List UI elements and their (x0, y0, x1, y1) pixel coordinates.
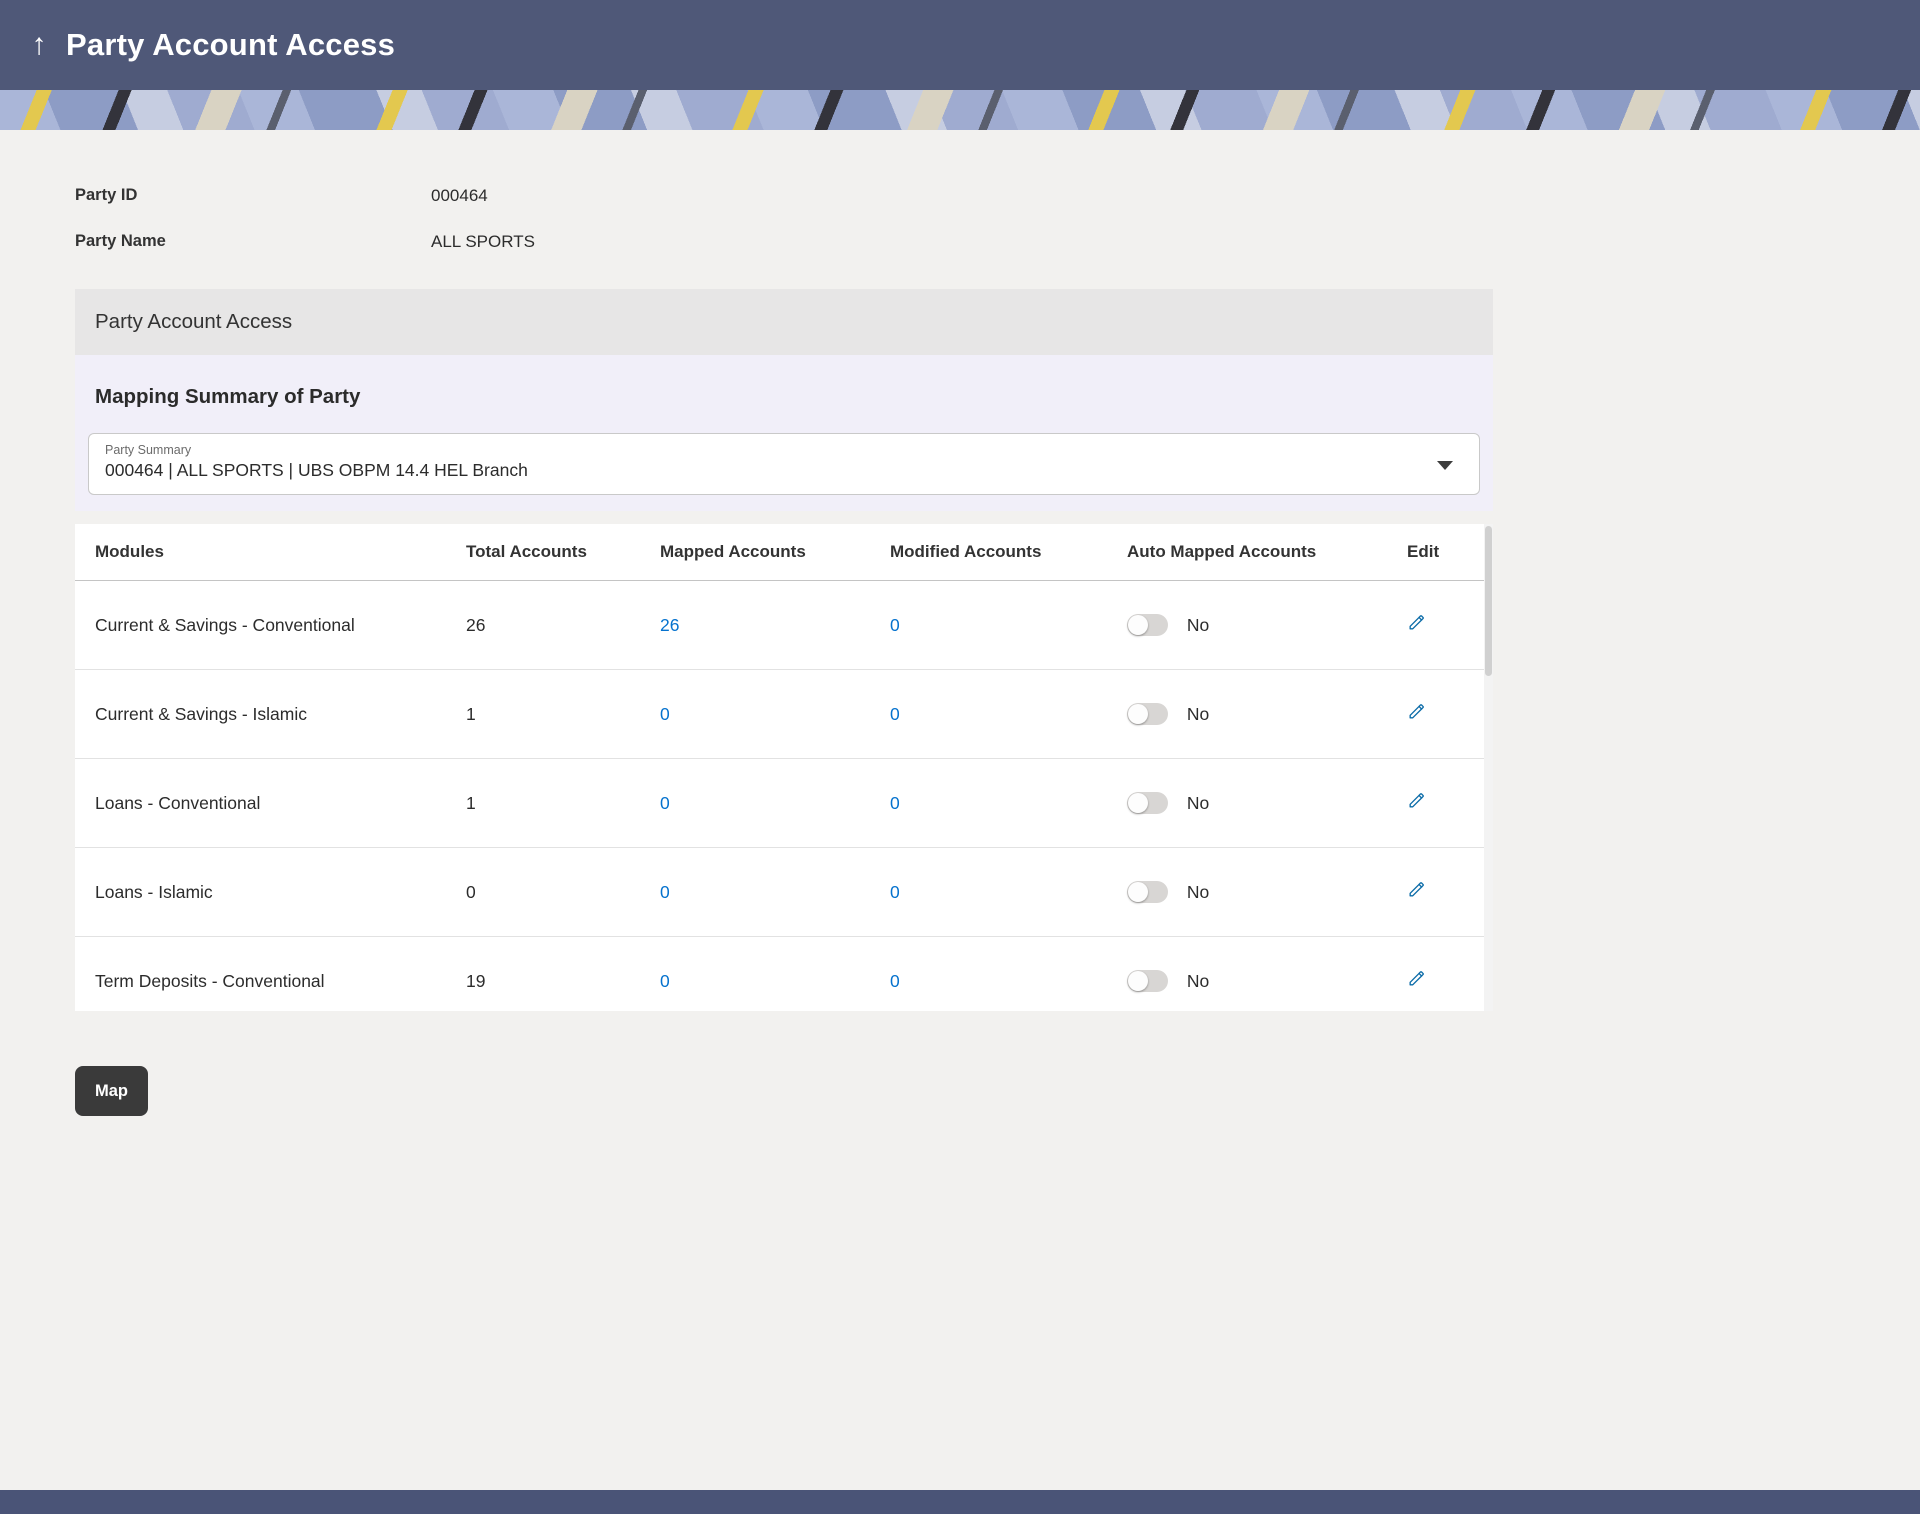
col-header-mapped-accounts: Mapped Accounts (660, 542, 890, 562)
edit-pencil-icon[interactable] (1407, 791, 1426, 810)
party-id-value: 000464 (431, 186, 488, 206)
col-header-modified-accounts: Modified Accounts (890, 542, 1127, 562)
toggle-knob (1128, 615, 1148, 635)
table-row: Loans - Islamic 0 0 0 No (75, 848, 1493, 937)
col-header-total-accounts: Total Accounts (466, 542, 660, 562)
auto-mapped-toggle[interactable] (1127, 614, 1168, 636)
auto-mapped-toggle[interactable] (1127, 970, 1168, 992)
modified-accounts-link[interactable]: 0 (890, 615, 900, 635)
party-id-label: Party ID (75, 186, 431, 206)
map-button[interactable]: Map (75, 1066, 148, 1116)
auto-mapped-label: No (1187, 704, 1209, 724)
auto-mapped-label: No (1187, 615, 1209, 635)
app-header: ↑ Party Account Access (0, 0, 1920, 90)
table-scrollbar-thumb[interactable] (1485, 526, 1492, 676)
edit-pencil-icon[interactable] (1407, 880, 1426, 899)
party-id-row: Party ID 000464 (75, 186, 1493, 206)
modified-accounts-link[interactable]: 0 (890, 882, 900, 902)
party-name-label: Party Name (75, 232, 431, 252)
table-row: Term Deposits - Conventional 19 0 0 No (75, 937, 1493, 1011)
table-row: Current & Savings - Conventional 26 26 0… (75, 581, 1493, 670)
col-header-modules: Modules (95, 542, 466, 562)
table-header-row: Modules Total Accounts Mapped Accounts M… (75, 524, 1493, 581)
page-title: Party Account Access (66, 27, 395, 63)
chevron-down-icon (1437, 461, 1453, 470)
auto-mapped-label: No (1187, 882, 1209, 902)
mapped-accounts-link[interactable]: 0 (660, 971, 670, 991)
modified-accounts-link[interactable]: 0 (890, 704, 900, 724)
footer-bar (0, 1490, 1920, 1514)
col-header-auto-mapped-accounts: Auto Mapped Accounts (1127, 542, 1407, 562)
mapped-accounts-link[interactable]: 0 (660, 793, 670, 813)
modified-accounts-link[interactable]: 0 (890, 971, 900, 991)
party-summary-dropdown-label: Party Summary (105, 443, 1419, 457)
mapped-accounts-link[interactable]: 0 (660, 882, 670, 902)
total-accounts-value: 19 (466, 971, 660, 992)
edit-pencil-icon[interactable] (1407, 969, 1426, 988)
decorative-pattern-strip (0, 90, 1920, 130)
auto-mapped-toggle[interactable] (1127, 703, 1168, 725)
table-scrollbar[interactable] (1484, 524, 1493, 1011)
auto-mapped-toggle[interactable] (1127, 792, 1168, 814)
party-name-row: Party Name ALL SPORTS (75, 232, 1493, 252)
module-name: Current & Savings - Conventional (95, 615, 466, 636)
toggle-knob (1128, 704, 1148, 724)
total-accounts-value: 26 (466, 615, 660, 636)
section-title-bar: Party Account Access (75, 289, 1493, 355)
back-arrow-icon[interactable]: ↑ (18, 30, 60, 60)
toggle-knob (1128, 882, 1148, 902)
total-accounts-value: 1 (466, 793, 660, 814)
party-summary-dropdown-value: 000464 | ALL SPORTS | UBS OBPM 14.4 HEL … (105, 460, 1419, 481)
mapping-summary-panel: Mapping Summary of Party Party Summary 0… (75, 355, 1493, 511)
edit-pencil-icon[interactable] (1407, 613, 1426, 632)
toggle-knob (1128, 793, 1148, 813)
mapped-accounts-link[interactable]: 0 (660, 704, 670, 724)
auto-mapped-label: No (1187, 793, 1209, 813)
modified-accounts-link[interactable]: 0 (890, 793, 900, 813)
module-name: Loans - Islamic (95, 882, 466, 903)
module-name: Current & Savings - Islamic (95, 704, 466, 725)
table-row: Current & Savings - Islamic 1 0 0 No (75, 670, 1493, 759)
auto-mapped-label: No (1187, 971, 1209, 991)
mapped-accounts-link[interactable]: 26 (660, 615, 679, 635)
module-name: Term Deposits - Conventional (95, 971, 466, 992)
toggle-knob (1128, 971, 1148, 991)
section-title: Party Account Access (95, 310, 292, 334)
auto-mapped-toggle[interactable] (1127, 881, 1168, 903)
table-body: Current & Savings - Conventional 26 26 0… (75, 581, 1493, 1011)
modules-table: Modules Total Accounts Mapped Accounts M… (75, 524, 1493, 1011)
table-row: Loans - Conventional 1 0 0 No (75, 759, 1493, 848)
mapping-summary-title: Mapping Summary of Party (75, 355, 1493, 433)
party-name-value: ALL SPORTS (431, 232, 535, 252)
party-summary-dropdown[interactable]: Party Summary 000464 | ALL SPORTS | UBS … (88, 433, 1480, 495)
edit-pencil-icon[interactable] (1407, 702, 1426, 721)
module-name: Loans - Conventional (95, 793, 466, 814)
total-accounts-value: 1 (466, 704, 660, 725)
total-accounts-value: 0 (466, 882, 660, 903)
col-header-edit: Edit (1407, 542, 1462, 562)
